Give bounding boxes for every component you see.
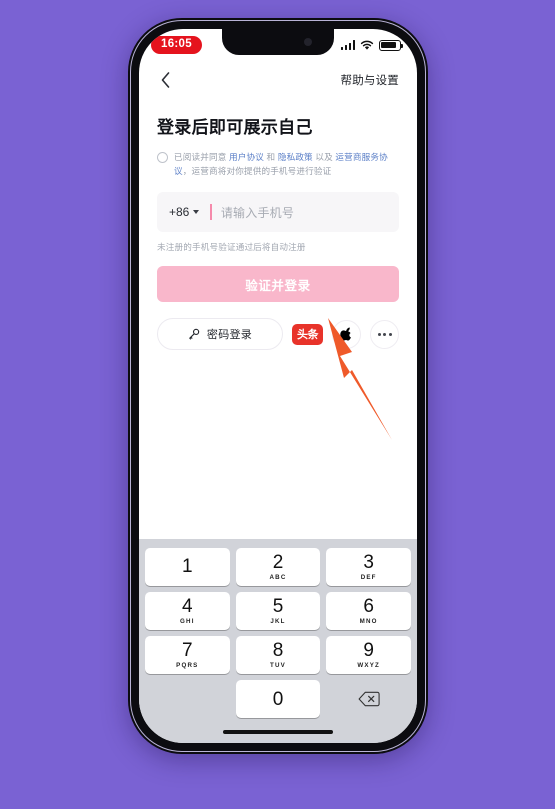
apple-login-icon[interactable] [332,319,361,349]
user-agreement-link[interactable]: 用户协议 [229,152,264,162]
key-0[interactable]: 0 [235,680,321,718]
agreement-row: 已阅读并同意 用户协议 和 隐私政策 以及 运营商服务协议，运营商将对你提供的手… [157,150,399,178]
wifi-icon [360,40,374,50]
agreement-text: 已阅读并同意 用户协议 和 隐私政策 以及 运营商服务协议，运营商将对你提供的手… [174,150,399,178]
text-cursor [210,204,212,221]
battery-icon [379,39,403,51]
key-digit: 2 [272,552,284,573]
key-blank [145,680,230,718]
alternate-login-row: 密码登录 头条 [157,318,399,351]
agreement-suffix: ，运营商将对你提供的手机号进行验证 [182,166,332,177]
auto-register-hint: 未注册的手机号验证通过后将自动注册 [157,242,306,253]
key-letters: DEF [360,574,377,581]
country-code-value: +86 [169,205,190,220]
key-digit: 4 [182,596,193,617]
status-time-badge: 16:05 [151,35,202,55]
key-9[interactable]: 9 WXYZ [326,636,412,674]
key-digit: 5 [272,596,284,617]
toutiao-login-icon[interactable]: 头条 [292,323,323,345]
key-letters: JKL [270,618,286,625]
key-backspace[interactable] [326,680,411,718]
key-digit: 9 [363,640,374,661]
phone-device-frame: 16:05 帮助与设置 登录后即可展示自己 已阅读并同意 用户协议 和 隐私政策… [128,18,428,754]
agreement-prefix: 已阅读并同意 [174,152,230,162]
phone-input-placeholder: 请输入手机号 [220,205,295,220]
help-and-settings-link[interactable]: 帮助与设置 [341,72,400,88]
backspace-icon [358,691,380,707]
keyboard-row: 4 GHI 5 JKL 6 MNO [142,589,414,633]
key-digit: 8 [272,640,284,661]
key-icon [189,329,200,340]
key-5[interactable]: 5 JKL [235,592,321,630]
chevron-down-icon [193,210,200,215]
key-digit: 3 [363,552,374,573]
page-title: 登录后即可展示自己 [157,118,313,137]
back-chevron-icon[interactable] [155,70,175,90]
home-indicator-area [142,721,414,743]
verify-and-login-button[interactable]: 验证并登录 [157,266,399,303]
key-letters: GHI [180,618,195,625]
key-digit: 7 [182,640,193,661]
key-4[interactable]: 4 GHI [145,592,230,630]
key-letters: TUV [270,662,286,669]
agreement-mid-2: 以及 [312,152,336,162]
key-6[interactable]: 6 MNO [326,592,412,630]
privacy-policy-link[interactable]: 隐私政策 [278,152,313,162]
phone-number-field[interactable]: +86 请输入手机号 [157,192,399,233]
home-indicator [223,730,333,734]
key-digit: 6 [363,596,374,617]
nav-bar: 帮助与设置 [139,61,417,99]
country-code-selector[interactable]: +86 [169,205,200,220]
key-1[interactable]: 1 [145,548,230,586]
numeric-keyboard: 1 2 ABC 3 DEF 4 GHI 5 JKL 6 MNO 7 PQRS 8… [139,539,417,743]
cellular-signal-icon [340,40,355,50]
key-digit: 0 [272,688,284,710]
status-indicators [340,39,403,51]
key-digit: 1 [182,555,193,577]
key-letters: MNO [359,618,378,625]
more-login-options-icon[interactable] [370,319,399,349]
keyboard-row: 0 [142,677,414,721]
password-login-label: 密码登录 [206,329,253,342]
key-3[interactable]: 3 DEF [326,548,412,586]
keyboard-row: 1 2 ABC 3 DEF [142,545,414,589]
keyboard-row: 7 PQRS 8 TUV 9 WXYZ [142,633,414,677]
password-login-button[interactable]: 密码登录 [157,318,283,351]
agreement-mid-1: 和 [264,152,278,162]
key-7[interactable]: 7 PQRS [145,636,230,674]
status-bar: 16:05 [139,29,417,61]
agreement-checkbox[interactable] [157,152,168,163]
key-letters: PQRS [176,662,199,669]
key-letters: ABC [269,574,287,581]
phone-screen: 16:05 帮助与设置 登录后即可展示自己 已阅读并同意 用户协议 和 隐私政策… [139,29,417,743]
key-2[interactable]: 2 ABC [235,548,321,586]
key-8[interactable]: 8 TUV [235,636,321,674]
login-panel: 登录后即可展示自己 已阅读并同意 用户协议 和 隐私政策 以及 运营商服务协议，… [139,99,417,351]
key-letters: WXYZ [357,662,381,669]
